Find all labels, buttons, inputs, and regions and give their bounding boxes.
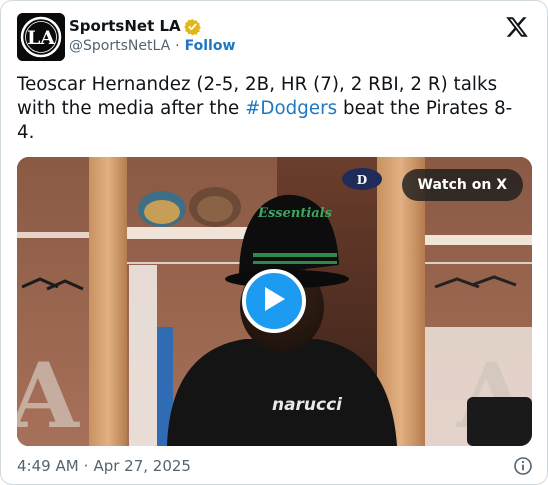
tweet-header: LA SportsNet LA @SportsNetLA · Follow [17, 13, 533, 61]
tweet-card[interactable]: LA SportsNet LA @SportsNetLA · Follow Te… [0, 0, 548, 485]
display-name[interactable]: SportsNet LA [69, 17, 181, 35]
hat-logo-text: Essentials [257, 206, 333, 221]
verified-badge-icon [183, 18, 201, 35]
video-thumbnail[interactable]: A A Essentials narucci D Watch on X [17, 157, 532, 446]
avatar[interactable]: LA [17, 13, 65, 61]
hashtag-link[interactable]: #Dodgers [245, 98, 337, 119]
shirt-logo-text: narucci [272, 395, 343, 415]
tweet-date[interactable]: Apr 27, 2025 [93, 457, 191, 475]
follow-button[interactable]: Follow [185, 38, 236, 54]
info-icon[interactable] [513, 456, 533, 476]
play-button[interactable] [242, 269, 306, 333]
svg-text:A: A [17, 343, 80, 446]
tweet-time[interactable]: 4:49 AM [17, 457, 79, 475]
handle[interactable]: @SportsNetLA [69, 38, 170, 54]
x-logo-icon[interactable] [505, 15, 529, 39]
footer-separator: · [83, 457, 89, 475]
svg-text:LA: LA [27, 27, 55, 49]
watch-on-x-button[interactable]: Watch on X [401, 169, 523, 201]
tweet-text: Teoscar Hernandez (2-5, 2B, HR (7), 2 RB… [17, 73, 527, 145]
separator-dot: · [175, 38, 180, 54]
play-icon [261, 285, 287, 317]
tweet-footer: 4:49 AM · Apr 27, 2025 [17, 455, 533, 477]
svg-text:D: D [357, 173, 367, 187]
